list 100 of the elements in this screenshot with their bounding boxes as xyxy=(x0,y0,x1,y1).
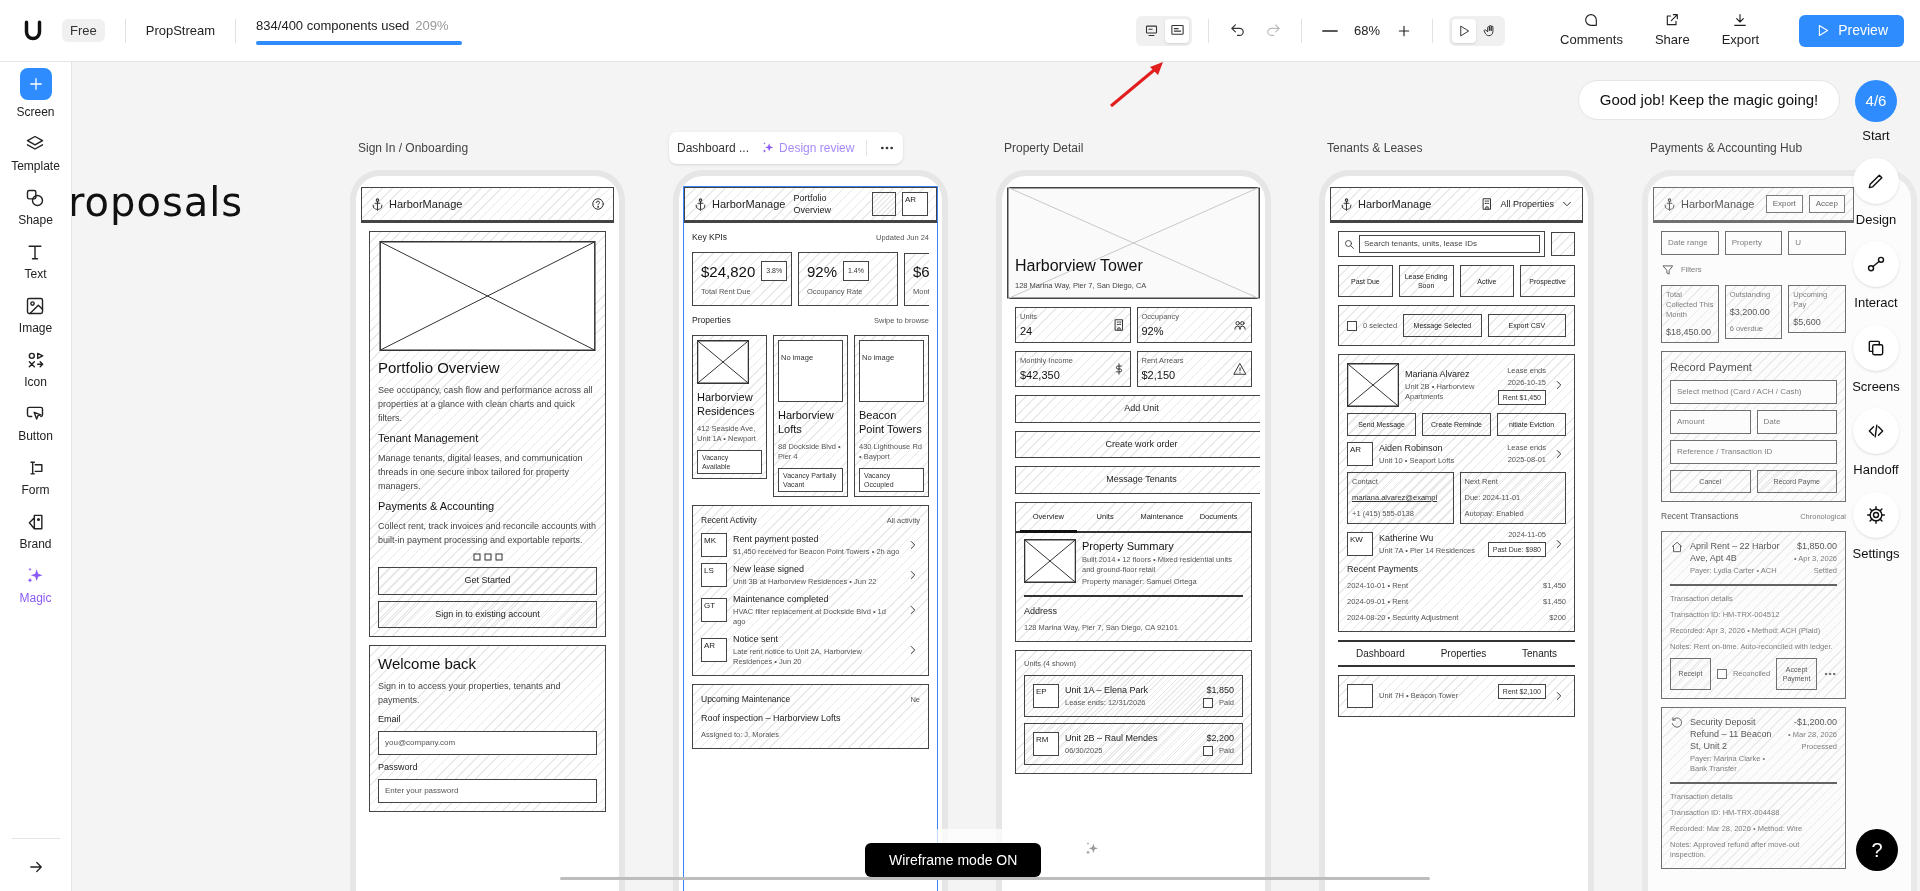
label: Security Deposit Refund – 11 Beacon St, Unit 2 xyxy=(1690,715,1773,752)
mode-status-pill: Wireframe mode ON xyxy=(865,843,1042,877)
paragraph: Manage tenants, digital leases, and communication threads in one secure inbox tailored for property managers. xyxy=(378,452,584,493)
checkbox[interactable] xyxy=(1203,745,1213,756)
sidebar-tool[interactable]: Image xyxy=(18,296,53,337)
nodes-icon xyxy=(1866,254,1886,274)
toolbar-action-button[interactable]: Share xyxy=(1650,11,1694,50)
label: April Rent – 22 Harbor Ave, Apt 4B xyxy=(1690,539,1781,564)
checkbox[interactable] xyxy=(1203,697,1213,708)
sidebar-tool[interactable]: Magic xyxy=(19,566,52,607)
avatar: RM xyxy=(1033,731,1059,756)
input-field[interactable]: Select method (Card / ACH / Cash) xyxy=(1670,380,1837,404)
label: $3,200.00 xyxy=(1729,306,1771,318)
heading: Harborview Residences xyxy=(697,390,756,418)
heading: Tenant Management xyxy=(378,431,480,445)
input-field[interactable]: Amount xyxy=(1670,410,1751,434)
label: All Properties xyxy=(1500,198,1554,210)
input-field[interactable]: Enter your password xyxy=(378,779,597,803)
label: Unit 2B – Raul Mendes xyxy=(1065,731,1159,744)
avatar: AR xyxy=(701,637,727,662)
input-field[interactable]: Date xyxy=(1756,410,1837,434)
label: Notice sent xyxy=(733,632,780,645)
label: $1,850.00 xyxy=(1796,539,1837,552)
toolbar-action-button[interactable]: Export xyxy=(1717,11,1764,50)
header-button[interactable]: Accep xyxy=(1808,195,1845,213)
sidebar-tool[interactable]: Button xyxy=(18,404,53,445)
nav-item[interactable]: Tenants xyxy=(1522,646,1558,661)
label: Katherine Wu xyxy=(1379,531,1435,544)
input-field[interactable]: Property xyxy=(1724,231,1783,255)
panel-icon xyxy=(1169,23,1185,38)
input-field[interactable]: you@company.com xyxy=(378,731,597,755)
screen-title[interactable]: Tenants & Leases xyxy=(1319,139,1423,157)
pagination-dots-icon[interactable] xyxy=(472,553,503,561)
label: Maintenance completed xyxy=(733,592,830,605)
avatar: EP xyxy=(1033,683,1059,708)
project-name[interactable]: PropStream xyxy=(145,20,216,41)
wireframe-button[interactable]: Add Unit xyxy=(1015,395,1260,423)
wireframe-button[interactable]: Create work order xyxy=(1015,430,1260,458)
label: Password xyxy=(378,761,419,773)
wireframe-button[interactable]: Sign in to existing account xyxy=(378,600,597,628)
message-bubble: Good job! Keep the magic going! xyxy=(1578,80,1840,120)
play-icon xyxy=(1457,23,1472,38)
warning-icon xyxy=(1233,362,1247,376)
people-icon xyxy=(1233,318,1247,332)
checkbox[interactable] xyxy=(1716,668,1727,679)
sidebar-tool[interactable]: Brand xyxy=(19,512,52,553)
monitor-icon xyxy=(1143,23,1159,38)
label: Aiden Robinson xyxy=(1379,442,1444,454)
sparkle-icon xyxy=(761,141,776,155)
sidebar-tool[interactable]: Shape xyxy=(18,188,53,229)
search-field[interactable]: Search tenants, units, lease IDs xyxy=(1338,231,1545,257)
scrollbar[interactable] xyxy=(560,877,1430,880)
label: Address xyxy=(1024,604,1059,617)
avatar: KW xyxy=(1347,531,1373,556)
minus-icon xyxy=(1323,29,1338,32)
label: Mariana Alvarez xyxy=(1405,368,1471,380)
avatar: AR xyxy=(902,192,928,216)
label: Recent Payments xyxy=(1347,563,1420,575)
sidebar-tool[interactable]: Text xyxy=(24,242,47,283)
heading: Property Summary xyxy=(1082,538,1175,553)
header-button[interactable]: Export xyxy=(1765,195,1803,213)
section-title: Key KPIs xyxy=(692,231,727,244)
heading: 24 xyxy=(1020,324,1034,338)
play-mode-button[interactable] xyxy=(1452,18,1477,43)
label: New lease signed xyxy=(733,562,806,575)
input-field[interactable]: U xyxy=(1788,231,1846,255)
search-icon xyxy=(1343,238,1355,250)
placeholder-square xyxy=(1551,232,1575,256)
sidebar-tool[interactable]: Screen xyxy=(16,68,55,121)
heading: Beacon Point Towers xyxy=(859,408,923,436)
label: Email xyxy=(378,713,402,725)
wireframe-button[interactable]: Get Started xyxy=(378,567,597,595)
nav-item[interactable]: Properties xyxy=(1440,646,1487,661)
sidebar-tool[interactable]: Icon xyxy=(24,350,47,391)
nav-item[interactable]: Dashboard xyxy=(1355,646,1405,661)
checkbox[interactable] xyxy=(1347,320,1357,331)
app-name: HarborManage xyxy=(389,196,463,212)
heading: $42,350 xyxy=(1020,368,1061,382)
screen-title[interactable]: Sign In / Onboarding xyxy=(350,139,469,157)
sidebar-tool[interactable]: Form xyxy=(21,458,50,499)
anchor-icon xyxy=(370,196,385,212)
house-icon xyxy=(1670,539,1684,554)
image-placeholder xyxy=(1347,363,1399,407)
wireframe-button[interactable]: Message Tenants xyxy=(1015,466,1260,494)
screen-title[interactable]: Dashboard ... xyxy=(677,139,750,157)
avatar: MK xyxy=(701,532,727,557)
sidebar-tool[interactable]: Template xyxy=(11,134,60,175)
screen-title[interactable]: Property Detail xyxy=(996,139,1084,157)
redo-icon xyxy=(1264,22,1282,39)
input-field[interactable]: Date range xyxy=(1661,231,1719,255)
screen-title[interactable]: Payments & Accounting Hub xyxy=(1642,139,1803,157)
start-label: Start xyxy=(1862,127,1890,145)
input-field[interactable]: Reference / Transaction ID xyxy=(1670,440,1837,464)
toolbar-action-button[interactable]: Comments xyxy=(1556,11,1627,50)
undo-icon xyxy=(1228,22,1246,39)
usage-percent: 209% xyxy=(415,16,449,35)
image-placeholder xyxy=(1024,538,1076,583)
label: $5,600 xyxy=(1793,316,1822,328)
avatar: AR xyxy=(1347,442,1373,466)
panel-view-button[interactable] xyxy=(1165,18,1190,43)
